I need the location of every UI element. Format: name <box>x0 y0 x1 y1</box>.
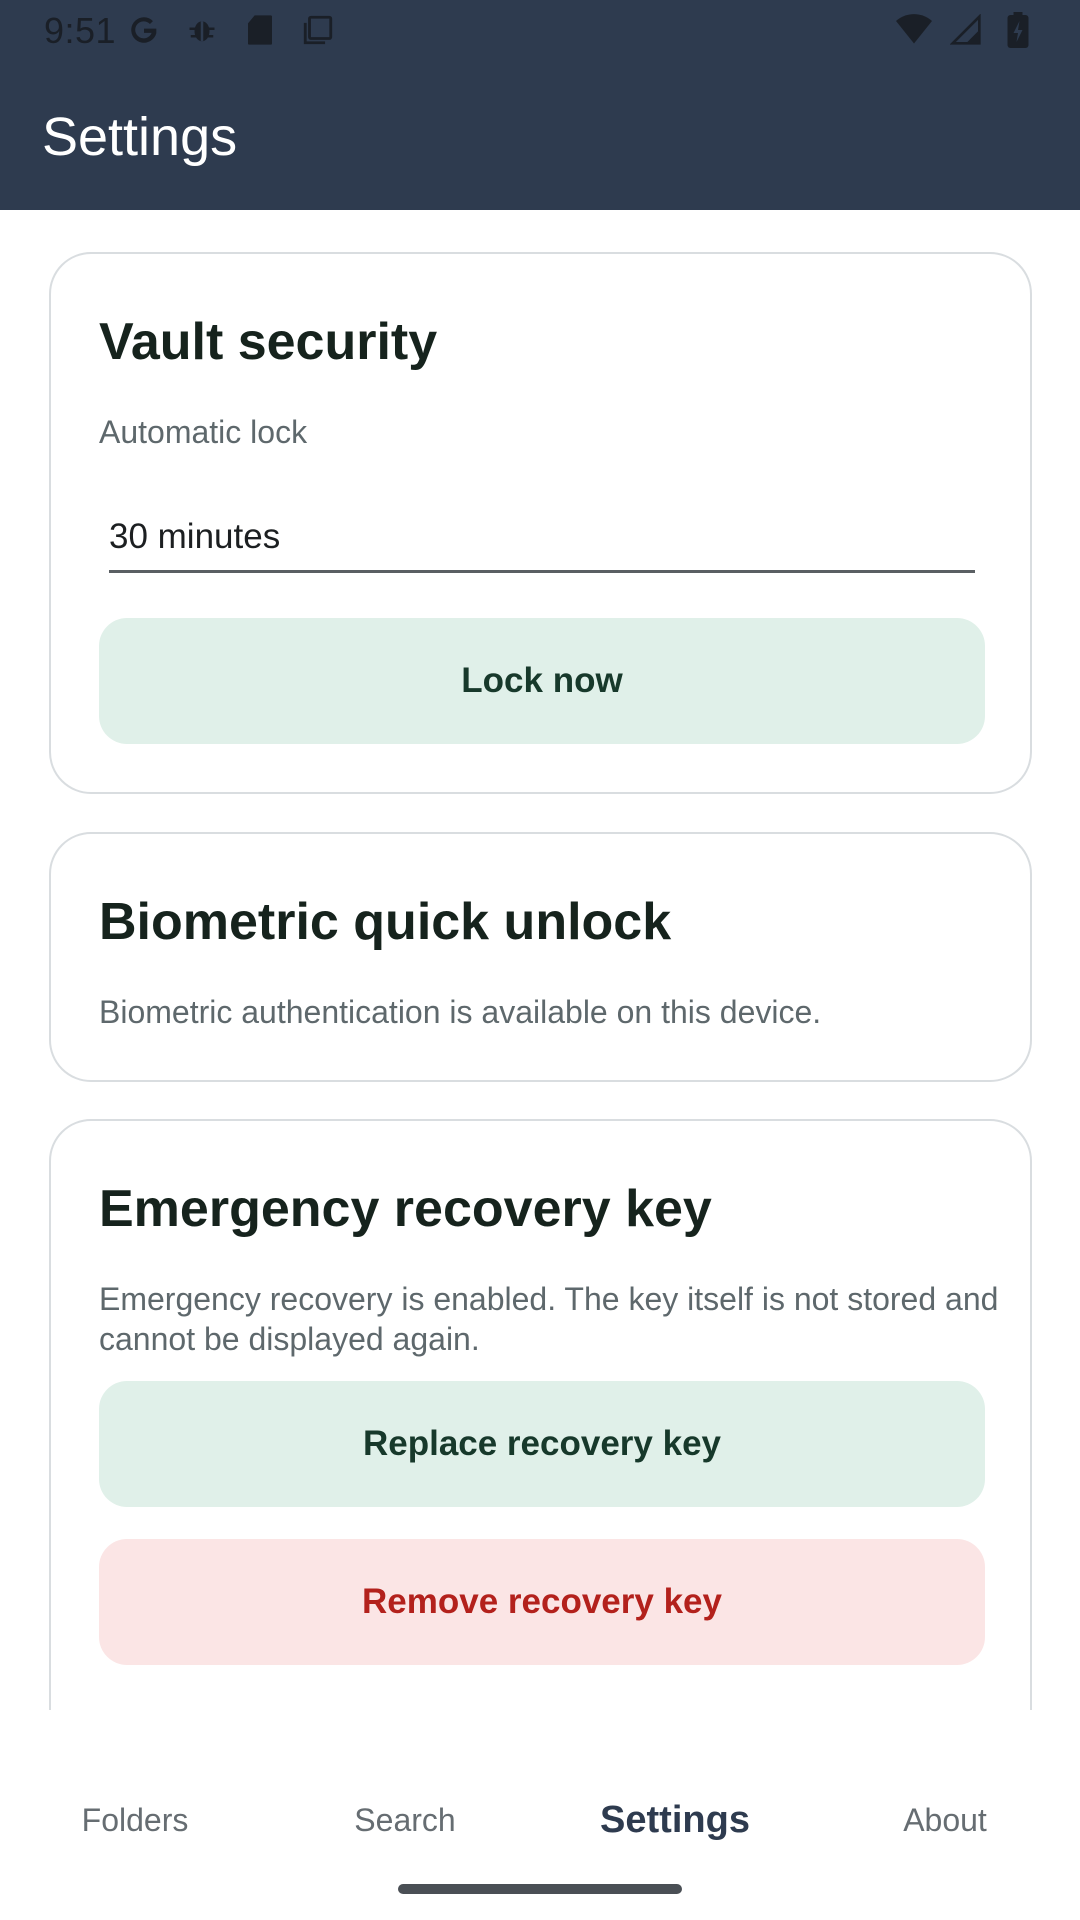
bottom-navigation: Folders Search Settings About <box>0 1760 1080 1880</box>
nav-item-folders[interactable]: Folders <box>0 1760 270 1880</box>
biometric-card: Biometric quick unlock Biometric authent… <box>49 832 1032 1082</box>
page-title: Settings <box>42 107 238 167</box>
battery-icon <box>1000 12 1036 48</box>
automatic-lock-label: Automatic lock <box>99 414 308 450</box>
status-left-icons <box>126 12 336 48</box>
remove-recovery-key-button[interactable]: Remove recovery key <box>99 1539 985 1665</box>
home-indicator[interactable] <box>398 1884 682 1894</box>
nav-item-about[interactable]: About <box>810 1760 1080 1880</box>
nav-item-settings[interactable]: Settings <box>540 1760 810 1880</box>
settings-content[interactable]: Vault security Automatic lock 30 minutes… <box>0 210 1080 1710</box>
biometric-title: Biometric quick unlock <box>99 893 672 951</box>
nav-item-search[interactable]: Search <box>270 1760 540 1880</box>
biometric-description: Biometric authentication is available on… <box>99 994 822 1030</box>
automatic-lock-select[interactable]: 30 minutes <box>109 509 975 573</box>
signal-icon <box>948 12 984 48</box>
recovery-key-description: Emergency recovery is enabled. The key i… <box>99 1281 999 1357</box>
bug-icon <box>184 12 220 48</box>
vault-security-card: Vault security Automatic lock 30 minutes… <box>49 252 1032 794</box>
status-time: 9:51 <box>44 10 117 51</box>
replace-recovery-key-button[interactable]: Replace recovery key <box>99 1381 985 1507</box>
sd-card-icon <box>242 12 278 48</box>
top-app-bar: 9:51 Settings <box>0 0 1080 210</box>
status-right-icons <box>896 12 1036 48</box>
google-icon <box>126 12 162 48</box>
recovery-key-title: Emergency recovery key <box>99 1180 712 1238</box>
lock-now-button[interactable]: Lock now <box>99 618 985 744</box>
copy-icon <box>300 12 336 48</box>
wifi-icon <box>896 12 932 48</box>
vault-security-title: Vault security <box>99 313 438 371</box>
recovery-key-card: Emergency recovery key Emergency recover… <box>49 1119 1032 1710</box>
